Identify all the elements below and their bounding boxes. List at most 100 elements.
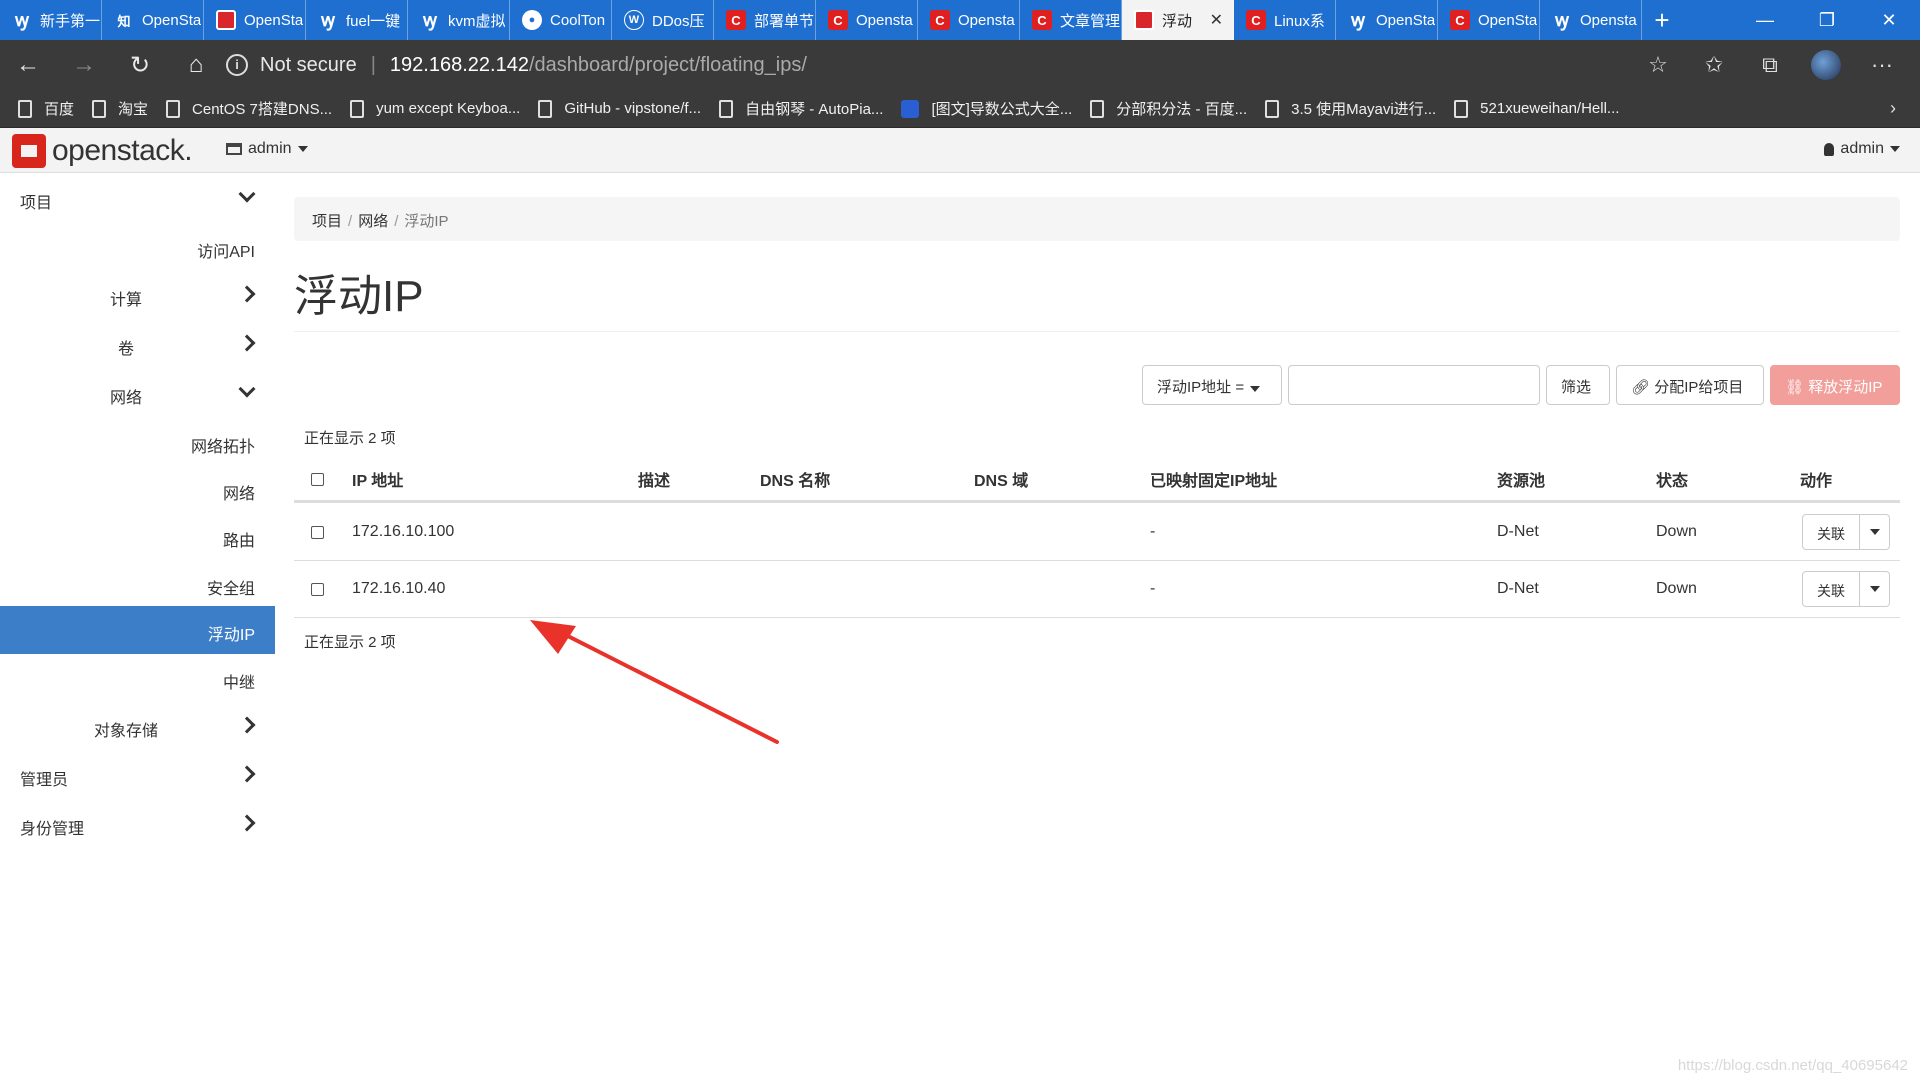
browser-tab[interactable]: 知 OpenSta xyxy=(102,0,204,40)
forward-icon[interactable]: → xyxy=(56,51,112,79)
column-header[interactable]: DNS 域 xyxy=(974,467,1028,491)
item-count: 正在显示 2 项 xyxy=(304,430,396,447)
browser-tab[interactable]: ꝡ kvm虚拟 xyxy=(408,0,510,40)
home-icon[interactable]: ⌂ xyxy=(168,51,224,79)
sidebar-item-routers[interactable]: 路由 xyxy=(0,512,275,560)
favorites-list-icon[interactable]: ✩ xyxy=(1686,52,1742,78)
breadcrumb-network[interactable]: 网络 xyxy=(358,213,388,230)
browser-tab-active[interactable]: 浮动 ✕ xyxy=(1122,0,1234,40)
minimize-icon[interactable]: — xyxy=(1734,0,1796,40)
sidebar-item-identity[interactable]: 身份管理 xyxy=(0,800,275,848)
csdn-icon: C xyxy=(726,10,746,30)
filter-field-select[interactable]: 浮动IP地址 = xyxy=(1142,365,1282,405)
profile-avatar[interactable] xyxy=(1811,50,1841,80)
project-selector[interactable]: admin xyxy=(226,140,308,158)
openstack-logo[interactable]: openstack. xyxy=(12,134,193,168)
column-header[interactable]: 资源池 xyxy=(1497,467,1545,491)
browser-tab[interactable]: W DDos压 xyxy=(612,0,714,40)
browser-tab[interactable]: ꝡ 新手第一 xyxy=(0,0,102,40)
sidebar-item-project[interactable]: 项目 xyxy=(0,174,275,222)
browser-tab[interactable]: ꝡ Opensta xyxy=(1540,0,1642,40)
filter-input[interactable] xyxy=(1288,365,1540,405)
row-checkbox[interactable] xyxy=(311,525,324,539)
page-icon xyxy=(166,99,181,118)
bookmark[interactable]: 分部积分法 - 百度... xyxy=(1090,98,1247,119)
actions-dropdown[interactable] xyxy=(1860,571,1890,607)
sidebar-item-floating-ips[interactable]: 浮动IP xyxy=(0,606,275,654)
bookmark[interactable]: yum except Keyboa... xyxy=(350,99,520,118)
close-window-icon[interactable]: ✕ xyxy=(1858,0,1920,40)
url-field[interactable]: i Not secure | 192.168.22.142 /dashboard… xyxy=(226,40,807,90)
browser-actions: ☆ ✩ ⧉ ··· xyxy=(1630,40,1910,90)
column-header[interactable]: 状态 xyxy=(1656,467,1688,491)
bookmark[interactable]: CentOS 7搭建DNS... xyxy=(166,98,332,119)
user-menu[interactable]: admin xyxy=(1824,140,1900,158)
close-tab-icon[interactable]: ✕ xyxy=(1210,10,1223,30)
sidebar-item-api-access[interactable]: 访问API xyxy=(0,223,275,271)
browser-tab[interactable]: C OpenSta xyxy=(1438,0,1540,40)
browser-tab[interactable]: C 部署单节 xyxy=(714,0,816,40)
sidebar-item-admin[interactable]: 管理员 xyxy=(0,751,275,799)
status: Down xyxy=(1656,580,1697,597)
bookmark[interactable]: [图文]导数公式大全... xyxy=(901,98,1072,119)
allocate-ip-button[interactable]: 🔗︎ 分配IP给项目 xyxy=(1616,365,1764,405)
sidebar-item-network-topology[interactable]: 网络拓扑 xyxy=(0,418,275,466)
more-icon[interactable]: ··· xyxy=(1854,52,1910,78)
column-header[interactable]: 已映射固定IP地址 xyxy=(1150,467,1277,491)
browser-tab[interactable]: C Linux系 xyxy=(1234,0,1336,40)
chevron-right-icon[interactable]: › xyxy=(1890,98,1896,119)
sidebar: 项目 访问API 计算 卷 网络 网络拓扑 网络 路由 安全组 浮动IP 中继 … xyxy=(0,174,275,874)
sidebar-item-network[interactable]: 网络 xyxy=(0,369,275,417)
column-header[interactable]: IP 地址 xyxy=(352,467,403,491)
actions-dropdown[interactable] xyxy=(1860,513,1890,550)
bookmark[interactable]: 3.5 使用Mayavi进行... xyxy=(1265,98,1436,119)
release-floating-ip-button[interactable]: ⛓︎ 释放浮动IP xyxy=(1770,365,1900,405)
select-all-checkbox[interactable] xyxy=(311,473,324,486)
browser-tab[interactable]: C 文章管理 xyxy=(1020,0,1122,40)
sidebar-item-object-store[interactable]: 对象存储 xyxy=(0,702,275,750)
column-header[interactable]: DNS 名称 xyxy=(760,467,830,491)
bookmark[interactable]: GitHub - vipstone/f... xyxy=(538,99,701,118)
sidebar-item-trunks[interactable]: 中继 xyxy=(0,654,275,702)
breadcrumb: 项目 / 网络 / 浮动IP xyxy=(294,197,1900,241)
breadcrumb-project[interactable]: 项目 xyxy=(312,213,342,230)
associate-button[interactable]: 关联 xyxy=(1802,571,1860,607)
bookmark[interactable]: 521xueweihan/Hell... xyxy=(1454,99,1619,118)
collections-icon[interactable]: ⧉ xyxy=(1742,52,1798,78)
openstack-icon xyxy=(1134,10,1154,30)
bookmark[interactable]: 淘宝 xyxy=(92,98,148,119)
browser-tab[interactable]: C Opensta xyxy=(918,0,1020,40)
browser-tab[interactable]: ● CoolTon xyxy=(510,0,612,40)
csdn-icon: C xyxy=(1450,10,1470,30)
browser-tab[interactable]: OpenSta xyxy=(204,0,306,40)
page-icon xyxy=(350,99,365,118)
csdn-icon: C xyxy=(1246,10,1266,30)
bookmark[interactable]: 自由钢琴 - AutoPia... xyxy=(719,98,883,119)
favorite-star-icon[interactable]: ☆ xyxy=(1630,52,1686,78)
restore-icon[interactable]: ❐ xyxy=(1796,0,1858,40)
page-icon xyxy=(1454,99,1469,118)
associate-button[interactable]: 关联 xyxy=(1802,513,1860,550)
floating-ip-table: IP 地址 描述 DNS 名称 DNS 域 已映射固定IP地址 资源池 状态 动… xyxy=(294,458,1900,618)
security-status: Not secure xyxy=(260,53,357,76)
column-header[interactable]: 描述 xyxy=(638,467,670,491)
site-icon: ꝡ xyxy=(1351,10,1365,30)
browser-tab[interactable]: C Opensta xyxy=(816,0,918,40)
sidebar-item-security-groups[interactable]: 安全组 xyxy=(0,560,275,608)
mapped-fixed-ip: - xyxy=(1150,580,1156,597)
info-icon[interactable]: i xyxy=(226,54,248,76)
bookmark[interactable]: 百度 xyxy=(18,98,74,119)
sidebar-item-networks[interactable]: 网络 xyxy=(0,465,275,513)
new-tab-icon[interactable]: + xyxy=(1642,0,1682,40)
filter-button[interactable]: 筛选 xyxy=(1546,365,1610,405)
sidebar-item-volumes[interactable]: 卷 xyxy=(0,320,275,368)
browser-tab[interactable]: ꝡ fuel一键 xyxy=(306,0,408,40)
row-checkbox[interactable] xyxy=(311,583,324,596)
sidebar-item-compute[interactable]: 计算 xyxy=(0,271,275,319)
reload-icon[interactable]: ↻ xyxy=(112,51,168,80)
site-icon: ꝡ xyxy=(1555,10,1569,30)
browser-tab[interactable]: ꝡ OpenSta xyxy=(1336,0,1438,40)
back-icon[interactable]: ← xyxy=(0,51,56,79)
page-icon xyxy=(92,99,107,118)
table-header: IP 地址 描述 DNS 名称 DNS 域 已映射固定IP地址 资源池 状态 动… xyxy=(294,458,1900,502)
